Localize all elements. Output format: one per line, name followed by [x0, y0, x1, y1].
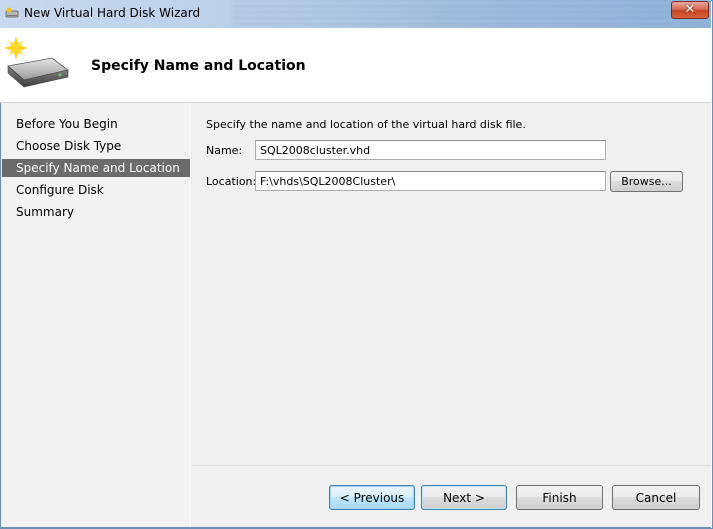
previous-button[interactable]: < Previous [329, 485, 415, 510]
name-label: Name: [206, 144, 243, 157]
sidebar-item-choose-disk-type[interactable]: Choose Disk Type [2, 137, 190, 155]
title-bar[interactable]: New Virtual Hard Disk Wizard ✕ [0, 0, 711, 28]
hard-disk-sparkle-icon [4, 36, 69, 88]
instruction-text: Specify the name and location of the vir… [206, 118, 526, 131]
name-input[interactable] [255, 140, 606, 160]
sidebar-item-summary[interactable]: Summary [2, 203, 190, 221]
title-bar-glass [232, 0, 672, 28]
location-label: Location: [206, 175, 257, 188]
wizard-steps-sidebar: Before You Begin Choose Disk Type Specif… [2, 103, 191, 527]
close-icon: ✕ [684, 2, 696, 17]
browse-button[interactable]: Browse... [610, 171, 683, 192]
cancel-button[interactable]: Cancel [612, 485, 700, 510]
location-input[interactable] [255, 171, 606, 191]
disk-wizard-icon [5, 7, 19, 18]
close-button[interactable]: ✕ [671, 1, 709, 19]
window-bottom-border [0, 527, 711, 528]
sidebar-item-specify-name-and-location[interactable]: Specify Name and Location [2, 159, 190, 177]
finish-button[interactable]: Finish [516, 485, 603, 510]
sidebar-item-before-you-begin[interactable]: Before You Begin [2, 115, 190, 133]
window-title: New Virtual Hard Disk Wizard [24, 6, 201, 20]
next-button[interactable]: Next > [421, 485, 507, 510]
page-title: Specify Name and Location [91, 58, 306, 74]
wizard-header: Specify Name and Location [0, 28, 711, 103]
sidebar-item-configure-disk[interactable]: Configure Disk [2, 181, 190, 199]
